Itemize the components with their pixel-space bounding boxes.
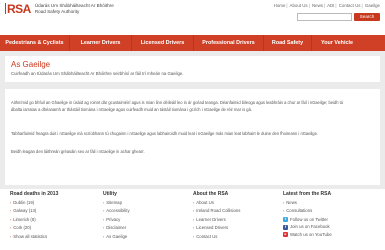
arrow-icon: ›	[10, 217, 12, 222]
footer-link-licensed-drivers[interactable]: › Licensed Drivers	[193, 224, 240, 232]
arrow-icon: ›	[193, 226, 195, 231]
page-heading-panel: As Gaeilge Cuirfeadh an tÚdarás Um Shábh…	[5, 56, 380, 82]
footer-link-galway[interactable]: › Galway (13)	[10, 207, 58, 215]
footer-link-contact-us[interactable]: › Contact Us	[193, 233, 240, 241]
arrow-icon: ›	[103, 209, 105, 214]
arrow-icon: ›	[193, 201, 195, 205]
footer-link-youtube[interactable]: ▸ Watch us on YouTube	[283, 231, 332, 238]
footer-latest: Latest from the RSA › News › Consultations…	[283, 191, 332, 238]
intro-text: Cuirfeadh an tÚdarás Um Shábháilteacht A…	[11, 71, 184, 76]
footer-link-dublin[interactable]: › Dublin (19)	[10, 199, 58, 207]
topnav-adi[interactable]: ADI	[327, 3, 334, 8]
paragraph-1: Aithnímid go bhfuil an Ghaeilge in úsáid…	[11, 100, 344, 112]
footer-link-learner-drivers[interactable]: › Learner Drivers	[193, 216, 240, 224]
arrow-icon: ›	[103, 226, 105, 231]
paragraph-2: Tabharfaimid freagra duit i nGaeilge má …	[11, 131, 318, 136]
footer-link-as-gaeilge[interactable]: › As Gaeilge	[103, 233, 130, 241]
nav-licensed-drivers[interactable]: Licensed Drivers	[132, 35, 194, 51]
arrow-icon: ›	[283, 201, 285, 205]
paragraph-3: Beidh leagan den láithreán gréasáin seo …	[11, 149, 145, 154]
youtube-icon: ▸	[283, 231, 288, 237]
topnav-news[interactable]: News	[312, 3, 323, 8]
arrow-icon: ›	[103, 217, 105, 222]
search-button[interactable]: Search	[354, 13, 380, 21]
arrow-icon: ›	[193, 217, 195, 222]
arrow-icon: ›	[193, 234, 195, 239]
footer-heading: Utility	[103, 191, 117, 197]
footer-link-facebook[interactable]: f Join us on Facebook	[283, 223, 332, 230]
footer-link-cork[interactable]: › Cork (20)	[10, 224, 58, 232]
footer-link-privacy[interactable]: › Privacy	[103, 216, 130, 224]
nav-your-vehicle[interactable]: Your Vehicle	[312, 35, 362, 51]
footer-heading: Road deaths in 2013	[10, 191, 59, 197]
topnav-contact-us[interactable]: Contact Us	[339, 3, 361, 8]
arrow-icon: ›	[10, 209, 12, 214]
footer-link-twitter[interactable]: t Follow us on Twitter	[283, 216, 332, 223]
footer-link-limerick[interactable]: › Limerick (8)	[10, 216, 58, 224]
arrow-icon: ›	[103, 234, 105, 239]
topnav-about-us[interactable]: About Us	[290, 3, 308, 8]
footer-heading: Latest from the RSA	[283, 191, 332, 197]
main-nav: Pedestrians & Cyclists Learner Drivers L…	[0, 35, 385, 51]
nav-pedestrians-cyclists[interactable]: Pedestrians & Cyclists	[0, 35, 70, 51]
nav-professional-drivers[interactable]: Professional Drivers	[194, 35, 264, 51]
arrow-icon: ›	[193, 209, 195, 214]
footer-link-consultations[interactable]: › Consultations	[283, 207, 332, 215]
site-footer: Road deaths in 2013 › Dublin (19) › Galway…	[0, 189, 385, 250]
footer-link-news[interactable]: › News	[283, 199, 332, 207]
logo-english-name: Road Safety Authority	[34, 9, 80, 14]
footer-link-sitemap[interactable]: › Sitemap	[103, 199, 130, 207]
arrow-icon: ›	[10, 226, 12, 231]
search-input[interactable]	[297, 13, 352, 21]
topnav-home[interactable]: Home	[274, 3, 286, 8]
arrow-icon: ›	[283, 209, 285, 214]
logo-mark-text: RSA	[7, 2, 31, 16]
arrow-icon: ›	[103, 201, 105, 205]
footer-road-deaths: Road deaths in 2013 › Dublin (19) › Galway…	[10, 191, 58, 241]
footer-link-ireland-road-collisions[interactable]: › Ireland Road Collisions	[193, 207, 240, 215]
arrow-icon: ›	[10, 234, 12, 239]
topnav-gaeilge[interactable]: Gaeilge	[365, 3, 380, 8]
top-utility-nav: Home| About Us| News| ADI| Contact Us| G…	[273, 3, 380, 8]
twitter-icon: t	[283, 217, 288, 223]
footer-link-show-all-statistics[interactable]: › Show all statistics	[10, 233, 58, 241]
page-title: As Gaeilge	[11, 60, 51, 69]
site-header: RSA Údarás Um Shábháilteacht Ar Bhóithre…	[0, 0, 385, 30]
footer-heading: About the RSA	[193, 191, 229, 197]
nav-road-safety[interactable]: Road Safety	[264, 35, 312, 51]
nav-learner-drivers[interactable]: Learner Drivers	[70, 35, 132, 51]
footer-about: About the RSA › About Us › Ireland Road Co…	[193, 191, 240, 241]
footer-utility: Utility › Sitemap › Accessibility › Privacy…	[103, 191, 130, 241]
footer-link-accessibility[interactable]: › Accessibility	[103, 207, 130, 215]
footer-link-about-us[interactable]: › About Us	[193, 199, 240, 207]
body-panel: Aithnímid go bhfuil an Ghaeilge in úsáid…	[5, 89, 380, 185]
facebook-icon: f	[283, 224, 288, 230]
rsa-logo[interactable]: RSA Údarás Um Shábháilteacht Ar Bhóithre…	[5, 2, 114, 16]
search-form: Search	[297, 13, 380, 21]
arrow-icon: ›	[10, 201, 12, 205]
footer-link-disclaimer[interactable]: › Disclaimer	[103, 224, 130, 232]
